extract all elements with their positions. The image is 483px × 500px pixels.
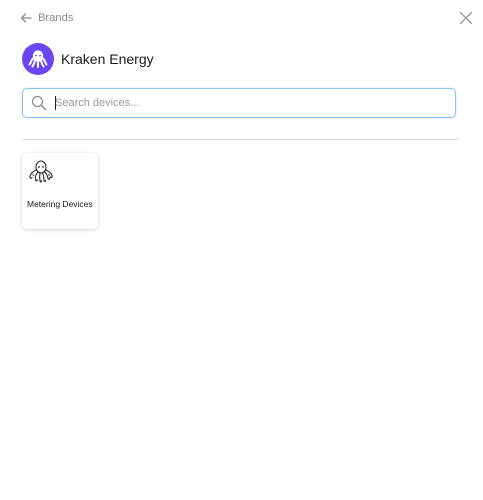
search-icon [31,95,47,111]
back-label: Brands [38,12,74,24]
arrow-left-icon [20,12,32,24]
device-card-metering-devices[interactable]: Metering Devices [22,153,98,229]
back-to-brands-link[interactable]: Brands [20,10,73,26]
close-icon [457,9,475,27]
text-caret [55,96,56,110]
octopus-icon [27,158,55,186]
divider [22,139,459,140]
kraken-octopus-logo [28,49,48,68]
close-button[interactable] [457,9,475,27]
brand-header: Kraken Energy [22,42,154,75]
search-input[interactable] [54,93,445,113]
brand-name: Kraken Energy [61,50,154,67]
brand-devices-page: Brands Kraken Energy Search devices... M… [0,0,483,500]
search-box [22,88,456,118]
brand-logo [22,42,54,75]
device-card-label: Metering Devices [27,199,93,209]
